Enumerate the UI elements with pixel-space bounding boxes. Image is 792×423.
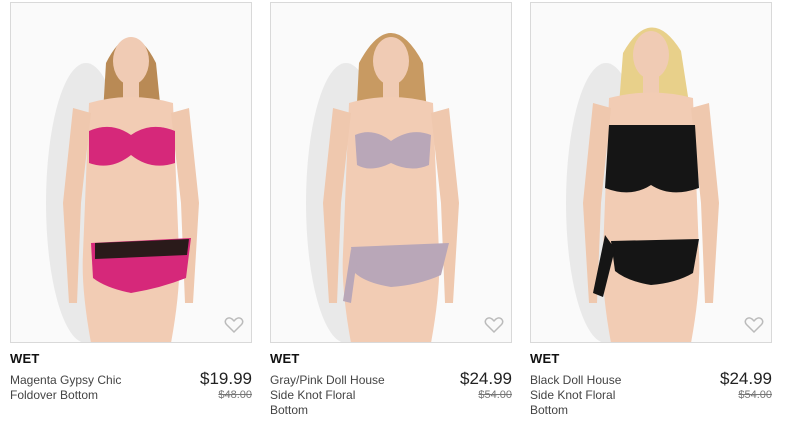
product-card[interactable]: WET Black Doll House Side Knot Floral Bo… xyxy=(530,2,772,423)
sale-price: $24.99 xyxy=(460,369,512,388)
product-card[interactable]: WET Magenta Gypsy Chic Foldover Bottom $… xyxy=(10,2,252,423)
heart-outline-icon[interactable] xyxy=(484,316,504,334)
brand-name[interactable]: WET xyxy=(270,351,299,366)
original-price: $54.00 xyxy=(478,389,512,401)
product-image[interactable] xyxy=(530,2,772,343)
product-name-line: Bottom xyxy=(530,403,569,417)
product-name[interactable]: Black Doll House Side Knot Floral Bottom xyxy=(530,373,680,418)
product-image[interactable] xyxy=(10,2,252,343)
original-price: $54.00 xyxy=(738,389,772,401)
heart-outline-icon[interactable] xyxy=(224,316,244,334)
product-name-line: Foldover Bottom xyxy=(10,388,99,402)
product-grid: WET Magenta Gypsy Chic Foldover Bottom $… xyxy=(10,2,782,423)
product-name-line: Magenta Gypsy Chic xyxy=(10,373,122,387)
model-figure xyxy=(306,33,459,342)
sale-price: $24.99 xyxy=(720,369,772,388)
model-figure xyxy=(566,27,719,342)
original-price: $48.00 xyxy=(218,389,252,401)
product-name-line: Gray/Pink Doll House xyxy=(270,373,385,387)
product-name[interactable]: Magenta Gypsy Chic Foldover Bottom xyxy=(10,373,160,403)
sale-price: $19.99 xyxy=(200,369,252,388)
product-name[interactable]: Gray/Pink Doll House Side Knot Floral Bo… xyxy=(270,373,420,418)
heart-outline-icon[interactable] xyxy=(744,316,764,334)
product-card[interactable]: WET Gray/Pink Doll House Side Knot Flora… xyxy=(270,2,512,423)
product-name-line: Side Knot Floral xyxy=(530,388,616,402)
product-image[interactable] xyxy=(270,2,512,343)
model-figure xyxy=(46,37,199,342)
product-name-line: Black Doll House xyxy=(530,373,622,387)
product-name-line: Bottom xyxy=(270,403,309,417)
brand-name[interactable]: WET xyxy=(10,351,39,366)
product-name-line: Side Knot Floral xyxy=(270,388,356,402)
brand-name[interactable]: WET xyxy=(530,351,559,366)
